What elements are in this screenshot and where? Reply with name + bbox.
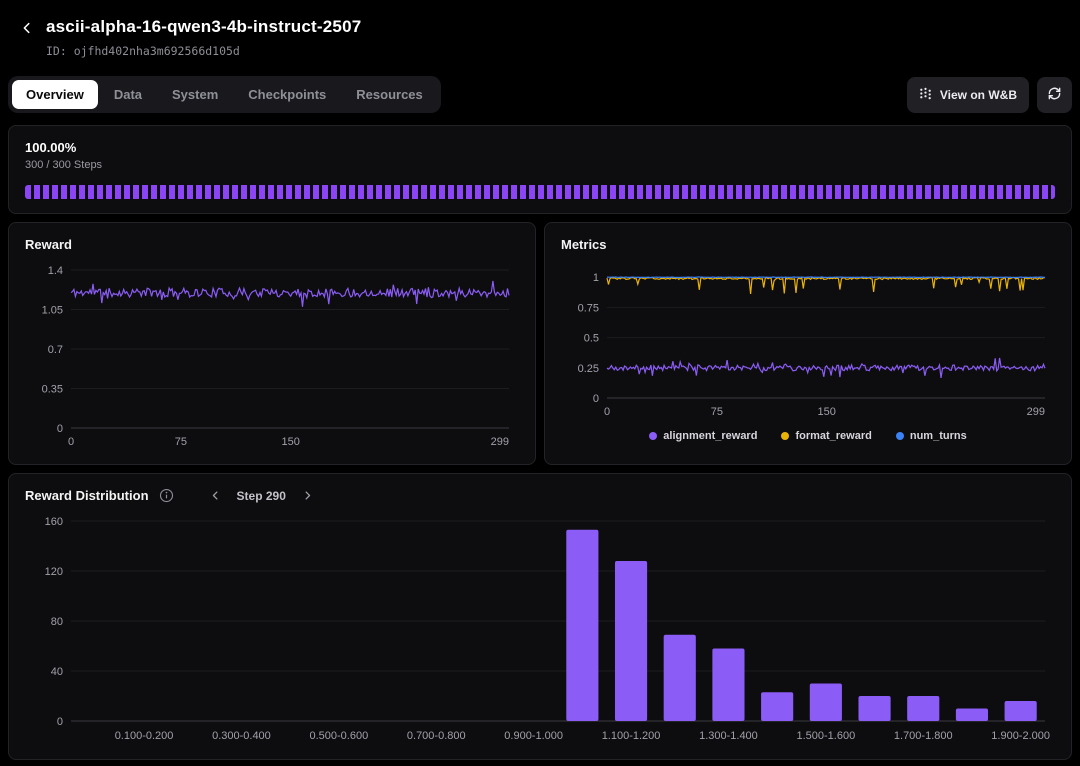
svg-text:1.900-2.000: 1.900-2.000 (991, 730, 1050, 742)
legend-label-alignment_reward: alignment_reward (663, 430, 757, 442)
view-on-wandb-button[interactable]: View on W&B (907, 77, 1029, 113)
reward-line-chart: 1.4 1.05 0.7 0.35 00 75 150 299 (25, 262, 519, 450)
run-id: ID: ojfhd402nha3m692566d105d (46, 44, 361, 58)
metrics-chart-svg: 1 0.75 0.5 0.25 00 75 150 299 (561, 262, 1055, 420)
svg-text:160: 160 (45, 516, 63, 528)
distribution-card: Reward Distribution Step 290 160 120 80 40 0… (8, 473, 1072, 760)
back-button[interactable] (18, 19, 36, 37)
progress-bar (25, 185, 1055, 199)
legend-item-alignment_reward[interactable]: alignment_reward (649, 430, 757, 442)
refresh-icon (1047, 86, 1062, 104)
header: ascii-alpha-16-qwen3-4b-instruct-2507 ID… (0, 0, 1080, 70)
svg-text:0.5: 0.5 (584, 333, 599, 345)
svg-text:0: 0 (68, 436, 74, 448)
svg-text:1.05: 1.05 (42, 305, 63, 317)
tab-overview[interactable]: Overview (12, 80, 98, 109)
page-title: ascii-alpha-16-qwen3-4b-instruct-2507 (46, 17, 361, 37)
svg-text:1.700-1.800: 1.700-1.800 (894, 730, 953, 742)
reward-chart-svg: 1.4 1.05 0.7 0.35 00 75 150 299 (25, 262, 519, 450)
svg-text:75: 75 (711, 406, 723, 418)
distribution-chart-svg: 160 120 80 40 0 0.100-0.200 0.300-0.400 0.500-0… (25, 513, 1055, 745)
legend-dot-format_reward (781, 432, 789, 440)
svg-text:299: 299 (1027, 406, 1045, 418)
toolbar-actions: View on W&B (907, 77, 1072, 113)
legend-label-format_reward: format_reward (795, 430, 871, 442)
progress-percent: 100.00% (25, 140, 1055, 155)
svg-text:0: 0 (57, 423, 63, 435)
svg-text:299: 299 (491, 436, 509, 448)
svg-text:0: 0 (604, 406, 610, 418)
tab-system[interactable]: System (158, 80, 232, 109)
charts-row: Reward 1.41.050.70.350075150299 Metrics … (8, 222, 1072, 465)
tab-checkpoints[interactable]: Checkpoints (234, 80, 340, 109)
metrics-card: Metrics 1 0.75 0.5 0.25 00 75 150 299 alignment… (544, 222, 1072, 465)
refresh-button[interactable] (1037, 77, 1072, 113)
distribution-bar-chart: 160 120 80 40 0 0.100-0.200 0.300-0.400 0.500-0… (25, 513, 1055, 745)
svg-text:150: 150 (282, 436, 300, 448)
svg-text:1.4: 1.4 (48, 265, 63, 277)
svg-text:0.500-0.600: 0.500-0.600 (309, 730, 368, 742)
svg-text:1.500-1.600: 1.500-1.600 (796, 730, 855, 742)
step-prev-button[interactable] (206, 488, 225, 503)
svg-text:1: 1 (593, 272, 599, 284)
chevron-left-icon (210, 489, 221, 504)
wandb-icon (919, 87, 932, 103)
reward-card-title: Reward (25, 237, 519, 252)
svg-text:0.25: 0.25 (578, 363, 599, 375)
svg-text:0.100-0.200: 0.100-0.200 (115, 730, 174, 742)
distribution-card-title: Reward Distribution (25, 488, 149, 503)
metrics-card-title: Metrics (561, 237, 1055, 252)
legend-item-format_reward[interactable]: format_reward (781, 430, 871, 442)
view-on-wandb-label: View on W&B (940, 88, 1017, 102)
step-label: Step 290 (237, 489, 286, 503)
distribution-header: Reward Distribution Step 290 (25, 488, 1055, 503)
progress-steps: 300 / 300 Steps (25, 159, 1055, 171)
reward-card: Reward 1.4 1.05 0.7 0.35 00 75 150 299 (8, 222, 536, 465)
tab-data[interactable]: Data (100, 80, 156, 109)
svg-text:0: 0 (57, 716, 63, 728)
chevron-left-icon (20, 23, 34, 38)
svg-text:150: 150 (818, 406, 836, 418)
legend-label-num_turns: num_turns (910, 430, 967, 442)
svg-text:0.7: 0.7 (48, 344, 63, 356)
legend-dot-alignment_reward (649, 432, 657, 440)
svg-text:0.300-0.400: 0.300-0.400 (212, 730, 271, 742)
tab-resources[interactable]: Resources (342, 80, 436, 109)
svg-text:0: 0 (593, 393, 599, 405)
chevron-right-icon (302, 489, 313, 504)
tab-bar: OverviewDataSystemCheckpointsResources (8, 76, 441, 113)
metrics-line-chart: 1 0.75 0.5 0.25 00 75 150 299 (561, 262, 1055, 420)
progress-card: 100.00% 300 / 300 Steps (8, 125, 1072, 214)
svg-text:40: 40 (51, 666, 63, 678)
svg-text:120: 120 (45, 566, 63, 578)
svg-text:1.100-1.200: 1.100-1.200 (602, 730, 661, 742)
step-navigation: Step 290 (206, 488, 317, 503)
legend-item-num_turns[interactable]: num_turns (896, 430, 967, 442)
svg-text:80: 80 (51, 616, 63, 628)
metrics-legend: alignment_reward format_reward num_turns (561, 430, 1055, 442)
svg-text:0.900-1.000: 0.900-1.000 (504, 730, 563, 742)
step-next-button[interactable] (298, 488, 317, 503)
svg-text:0.35: 0.35 (42, 384, 63, 396)
toolbar: OverviewDataSystemCheckpointsResources V… (0, 70, 1080, 125)
legend-dot-num_turns (896, 432, 904, 440)
info-icon[interactable] (159, 488, 174, 503)
svg-text:1.300-1.400: 1.300-1.400 (699, 730, 758, 742)
svg-text:0.700-0.800: 0.700-0.800 (407, 730, 466, 742)
svg-text:0.75: 0.75 (578, 302, 599, 314)
svg-text:75: 75 (175, 436, 187, 448)
